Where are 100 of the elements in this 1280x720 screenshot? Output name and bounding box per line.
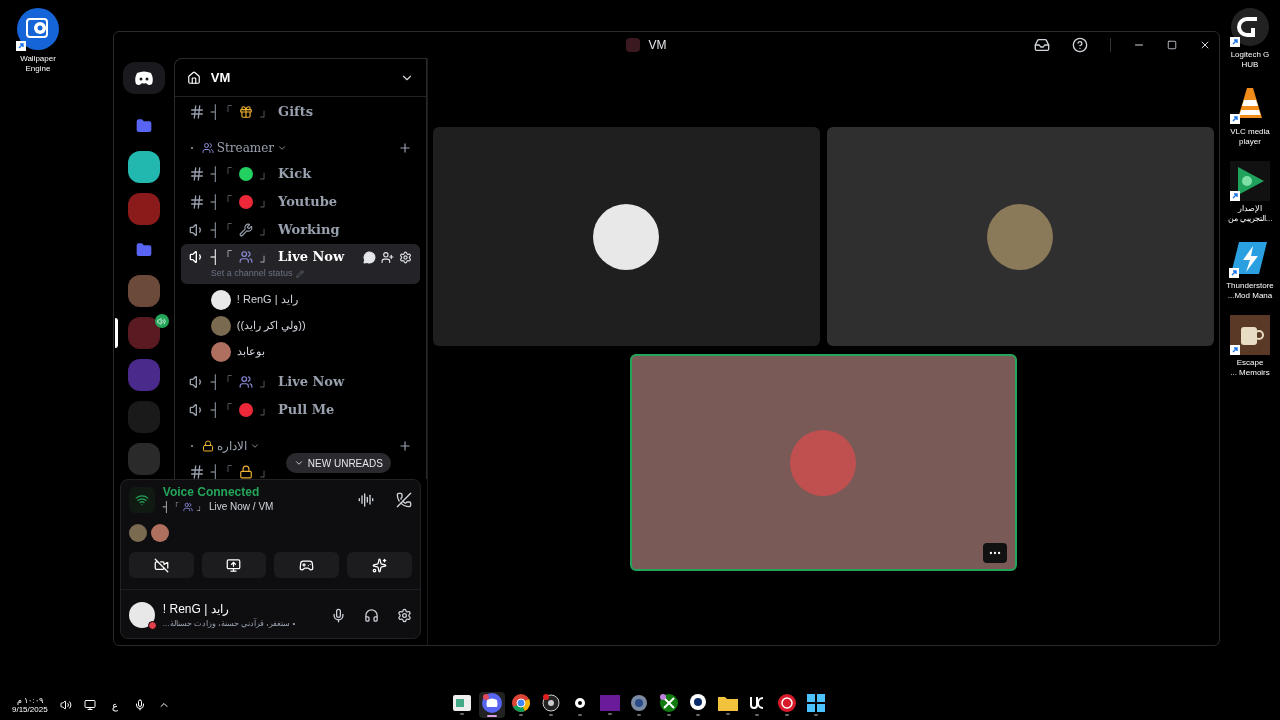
folder-icon[interactable]	[135, 118, 152, 134]
desktop-icon-label[interactable]: Logitech G HUB	[1230, 50, 1270, 70]
volume-icon[interactable]	[59, 699, 72, 711]
chat-icon[interactable]	[362, 250, 376, 264]
voice-status[interactable]: Voice Connected	[162, 486, 274, 499]
server-icon[interactable]	[127, 151, 160, 183]
signal-icon	[134, 493, 149, 507]
channel-name: Live Now	[278, 248, 345, 267]
channel-prefix: ┤「	[210, 248, 234, 267]
channel-name: Pull Me	[278, 400, 335, 419]
headphones-icon[interactable]	[363, 607, 379, 623]
channel-prefix: ┤「	[210, 462, 234, 479]
voice-member[interactable]: بوعابد	[210, 341, 426, 362]
desktop-icon-label[interactable]: Wallpaper Engine	[20, 54, 56, 74]
channel-item[interactable]: ┤「 」 Gifts	[180, 98, 420, 126]
clock-date[interactable]: 9/15/2025	[12, 705, 48, 714]
gear-frame-icon	[16, 7, 60, 51]
category-label[interactable]: Streamer	[216, 139, 275, 157]
camera-off-icon	[153, 557, 169, 573]
lock-icon	[239, 464, 254, 479]
category-label[interactable]: الاداره	[216, 436, 247, 455]
shortcut-arrow-icon	[1230, 37, 1240, 47]
channel-name: Working	[278, 221, 340, 240]
settings-icon[interactable]	[396, 607, 412, 623]
channel-prefix: ┤「	[210, 221, 234, 240]
mic-icon[interactable]	[133, 699, 146, 711]
chevron-icon	[293, 458, 304, 468]
desktop-icon-label[interactable]: الإصدار التجريبي من...	[1227, 204, 1273, 224]
channel-item[interactable]: ┤「 」 Pull Me	[180, 395, 420, 424]
channel-suffix: 」	[195, 500, 206, 514]
activity-button[interactable]	[274, 552, 340, 578]
member-name: ! RenG | رايد	[236, 292, 298, 308]
window-title: VM	[648, 37, 667, 54]
shortcut-arrow-icon	[1230, 114, 1240, 124]
channel-item[interactable]: ┤「 」 Working	[180, 216, 420, 244]
voice-member[interactable]: ((ولي اكر رايد))	[210, 315, 426, 336]
shortcut-arrow-icon	[1230, 345, 1240, 355]
avatar[interactable]	[128, 524, 147, 542]
invite-icon[interactable]	[380, 250, 394, 264]
video-tile[interactable]	[629, 354, 1017, 571]
desktop-icon-label[interactable]: Escape ... Memoirs	[1230, 358, 1270, 378]
channel-suffix: 」	[259, 103, 273, 122]
clock-time[interactable]: ١٠:٠٩ م	[17, 696, 43, 705]
language-indicator[interactable]: ع	[107, 697, 122, 713]
settings-icon[interactable]	[398, 250, 412, 264]
server-icon[interactable]	[127, 317, 160, 349]
network-icon[interactable]	[83, 699, 96, 711]
voice-member[interactable]: ! RenG | رايد	[210, 289, 426, 310]
channel-suffix: 」	[259, 165, 273, 184]
channel-suffix: 」	[259, 372, 273, 391]
channel-item[interactable]: ┤「 」 Kick	[180, 160, 420, 188]
channel-suffix: 」	[259, 462, 273, 479]
server-name[interactable]: VM	[210, 67, 231, 88]
mic-icon[interactable]	[330, 607, 346, 623]
folder-icon[interactable]	[135, 242, 152, 258]
wrench-icon	[239, 223, 254, 237]
screen-share-button[interactable]	[201, 552, 267, 578]
waveform-icon[interactable]	[357, 492, 374, 508]
discord-logo-button[interactable]	[122, 62, 165, 94]
username: ! RenG | رايد	[162, 601, 230, 618]
voice-channel-link[interactable]: Live Now / VM	[208, 499, 274, 514]
more-button[interactable]	[982, 543, 1007, 563]
user-avatar[interactable]	[128, 602, 155, 628]
close-icon[interactable]	[1199, 39, 1211, 51]
discord-logo-icon	[133, 70, 154, 86]
channel-suffix: 」	[259, 221, 273, 240]
home-icon	[186, 70, 201, 85]
channel-name: Kick	[278, 165, 312, 184]
shortcut-arrow-icon	[16, 41, 26, 51]
camera-off-button[interactable]	[128, 552, 194, 578]
new-unreads-pill[interactable]: NEW UNREADS	[285, 453, 391, 473]
inbox-icon[interactable]	[1034, 37, 1050, 53]
channel-item[interactable]: ┤「 」 Live Now	[180, 367, 420, 396]
soundboard-button[interactable]	[347, 552, 412, 578]
help-icon[interactable]	[1072, 37, 1088, 53]
taskbar-app-icon[interactable]	[478, 692, 505, 718]
channel-prefix: ┤「	[210, 103, 234, 122]
add-channel-icon[interactable]	[397, 141, 412, 155]
people-icon	[201, 142, 214, 154]
game-controller-icon	[1230, 161, 1270, 201]
channel-prefix: ┤「	[210, 400, 234, 420]
channel-name: Gifts	[278, 103, 313, 122]
desktop-icon-label[interactable]: Thunderstore ...Mod Mana	[1226, 281, 1274, 301]
avatar[interactable]	[150, 524, 169, 542]
video-tile[interactable]	[432, 127, 820, 346]
screen-share-icon	[226, 557, 242, 573]
channel-item[interactable]: ┤「 」	[180, 457, 281, 479]
channel-item[interactable]: ┤「 」 Youtube	[180, 188, 420, 216]
pencil-icon	[296, 269, 305, 278]
channel-prefix: ┤「	[210, 372, 234, 392]
add-channel-icon[interactable]	[397, 438, 412, 453]
video-tile[interactable]	[826, 127, 1214, 346]
disconnect-icon[interactable]	[395, 492, 412, 508]
maximize-icon[interactable]	[1167, 40, 1177, 50]
channel-prefix: ┤「	[162, 500, 180, 514]
desktop-icon-label[interactable]: VLC media player	[1230, 127, 1270, 147]
chevron-icon	[277, 143, 288, 153]
channel-item[interactable]: ┤「 」 Live Now Set a channel status	[180, 244, 420, 284]
hash-icon	[188, 166, 205, 182]
shortcut-arrow-icon	[1229, 268, 1239, 278]
